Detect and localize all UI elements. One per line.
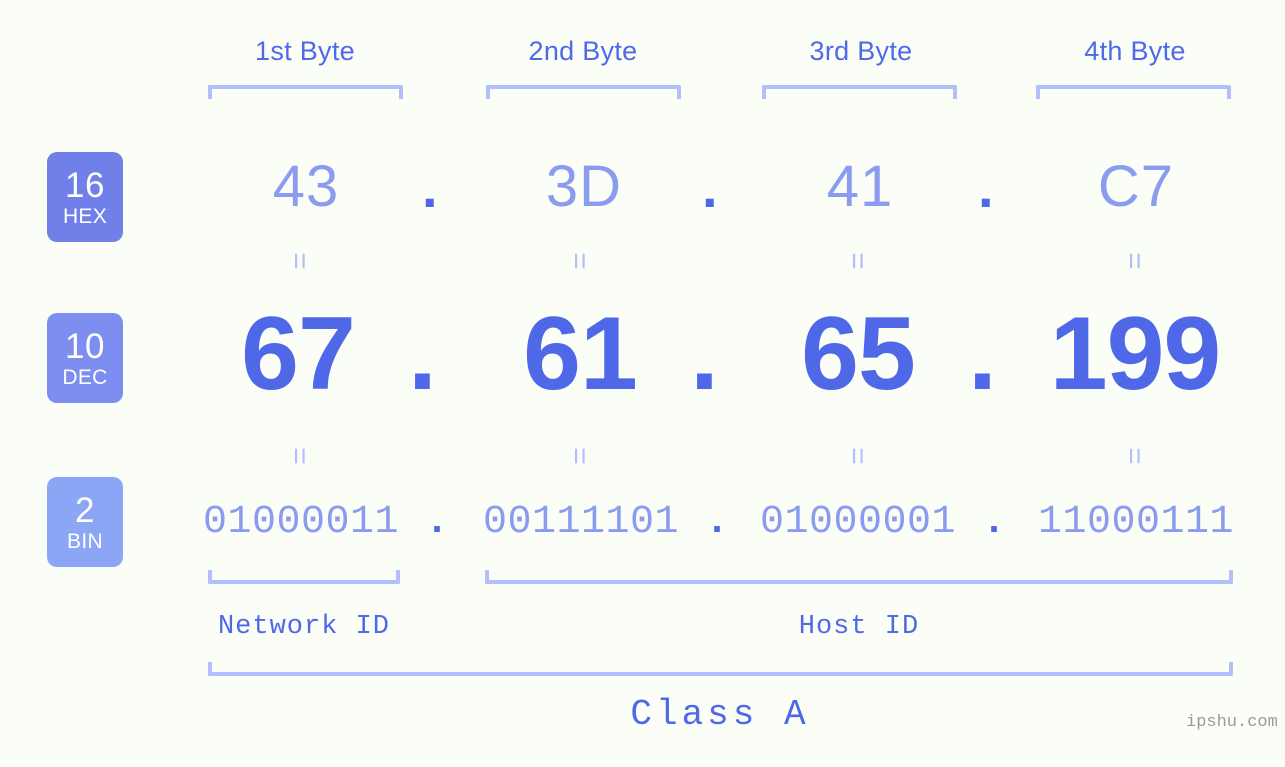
bin-value-byte-3: 01000001 <box>759 500 957 545</box>
byte-header-3: 3rd Byte <box>809 36 913 66</box>
dec-value-byte-2: 61 <box>523 296 638 412</box>
dec-value-byte-4: 199 <box>1049 296 1222 412</box>
hex-value-byte-1: 43 <box>272 154 340 219</box>
byte-bracket-2 <box>486 85 681 99</box>
dec-value-byte-1: 67 <box>241 296 356 412</box>
equals-connector-hex-dec-1: = <box>282 252 316 270</box>
radix-badge-bin-abbr: BIN <box>67 529 103 553</box>
radix-badge-bin-number: 2 <box>75 490 95 530</box>
radix-badge-hex-number: 16 <box>65 165 105 205</box>
hex-separator-1: . <box>422 156 438 219</box>
bin-value-byte-1: 01000011 <box>202 500 400 545</box>
host-id-bracket <box>485 570 1233 584</box>
dec-separator-2: . <box>690 296 719 412</box>
byte-header-2: 2nd Byte <box>528 36 638 66</box>
class-label: Class A <box>630 694 810 735</box>
radix-badge-dec-number: 10 <box>65 326 105 366</box>
radix-badge-hex-abbr: HEX <box>62 204 108 228</box>
bin-separator-2: . <box>705 500 730 545</box>
network-id-bracket <box>208 570 400 584</box>
hex-value-byte-3: 41 <box>826 154 894 219</box>
dec-separator-1: . <box>408 296 437 412</box>
site-watermark: ipshu.com <box>1186 713 1278 732</box>
class-bracket <box>208 662 1233 676</box>
equals-connector-dec-bin-1: = <box>282 447 316 465</box>
equals-connector-dec-bin-4: = <box>1117 447 1151 465</box>
equals-connector-hex-dec-3: = <box>840 252 874 270</box>
radix-badge-dec: 10 DEC <box>47 313 123 403</box>
network-id-label: Network ID <box>217 612 391 642</box>
hex-separator-2: . <box>702 156 718 219</box>
byte-bracket-4 <box>1036 85 1231 99</box>
ip-breakdown-diagram: 1st Byte 2nd Byte 3rd Byte 4th Byte 16 H… <box>0 0 1285 767</box>
bin-separator-1: . <box>425 500 450 545</box>
radix-badge-dec-abbr: DEC <box>62 365 108 389</box>
equals-connector-dec-bin-2: = <box>562 447 596 465</box>
dec-value-byte-3: 65 <box>801 296 916 412</box>
equals-connector-hex-dec-2: = <box>562 252 596 270</box>
byte-header-4: 4th Byte <box>1084 36 1186 66</box>
equals-connector-hex-dec-4: = <box>1117 252 1151 270</box>
hex-separator-3: . <box>978 156 994 219</box>
host-id-label: Host ID <box>798 612 920 642</box>
byte-bracket-1 <box>208 85 403 99</box>
bin-value-byte-4: 11000111 <box>1037 500 1235 545</box>
bin-separator-3: . <box>982 500 1007 545</box>
radix-badge-bin: 2 BIN <box>47 477 123 567</box>
equals-connector-dec-bin-3: = <box>840 447 874 465</box>
bin-value-byte-2: 00111101 <box>482 500 680 545</box>
dec-separator-3: . <box>968 296 997 412</box>
radix-badge-hex: 16 HEX <box>47 152 123 242</box>
byte-bracket-3 <box>762 85 957 99</box>
byte-header-1: 1st Byte <box>255 36 355 66</box>
hex-value-byte-4: C7 <box>1097 154 1175 219</box>
hex-value-byte-2: 3D <box>545 154 623 219</box>
